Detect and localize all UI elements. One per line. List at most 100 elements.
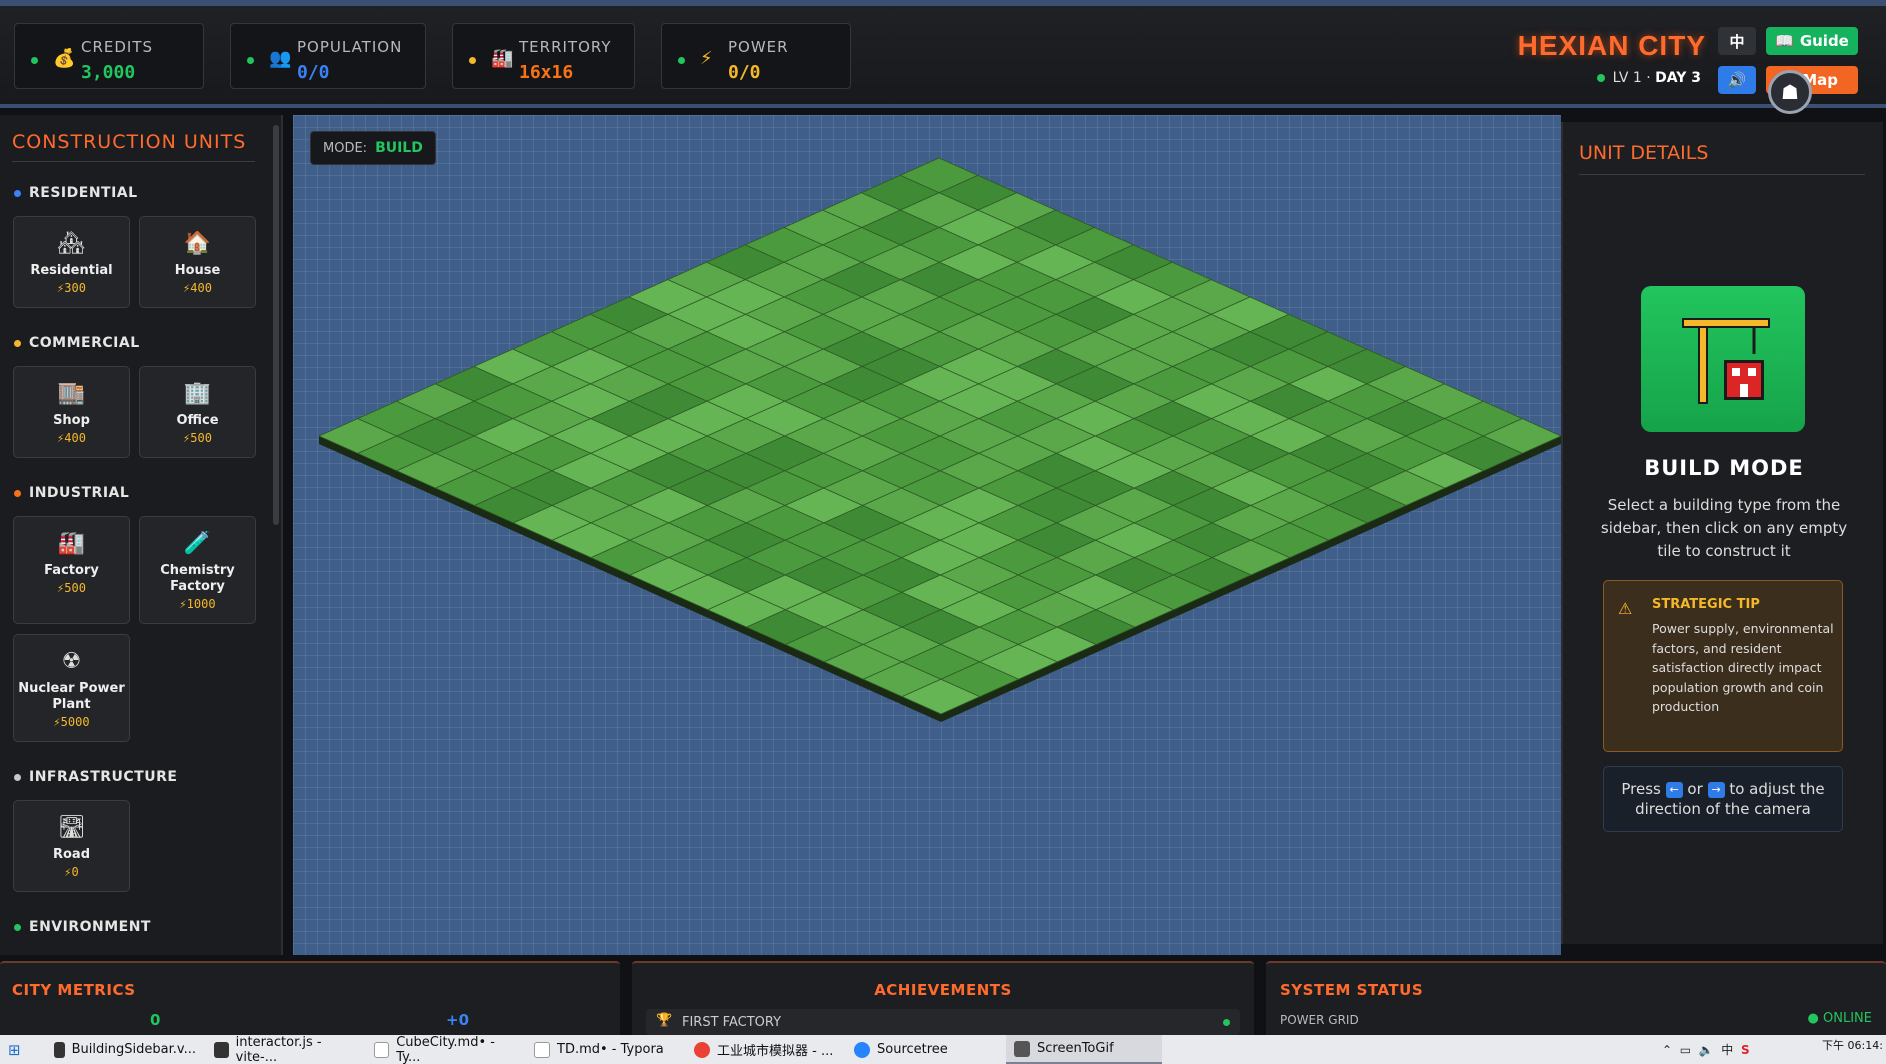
sidebar-title: CONSTRUCTION UNITS (12, 131, 255, 162)
taskbar-item[interactable]: 工业城市模拟器 - ... (686, 1035, 836, 1064)
territory-label: TERRITORY (519, 38, 612, 56)
sound-button[interactable]: 🔊 (1718, 66, 1756, 94)
taskbar-item[interactable]: interactor.js - vite-... (206, 1035, 356, 1064)
status-dot (469, 57, 476, 64)
guide-label: Guide (1799, 32, 1849, 50)
network-icon[interactable]: ▭ (1680, 1043, 1691, 1057)
unit-cost: ⚡400 (57, 431, 86, 445)
achievement-item: 🏆 FIRST FACTORY (646, 1009, 1240, 1035)
typora-icon (534, 1041, 550, 1058)
achievement-name: FIRST FACTORY (682, 1015, 782, 1030)
guide-button[interactable]: 📖 Guide (1766, 27, 1858, 55)
territory-value: 16x16 (519, 62, 574, 83)
sidebar-scrollbar[interactable] (273, 125, 279, 525)
unit-nuclear-power-plant[interactable]: ☢ Nuclear Power Plant ⚡5000 (13, 634, 130, 742)
book-icon: 📖 (1775, 32, 1794, 50)
mode-indicator: MODE: BUILD (310, 131, 436, 165)
metric-value: 0 (150, 1011, 161, 1029)
shop-icon: 🏬 (57, 381, 86, 406)
strategic-tip: ⚠ STRATEGIC TIP Power supply, environmen… (1603, 580, 1843, 752)
credits-stat: 💰 CREDITS 3,000 (14, 23, 204, 89)
category-dot (14, 489, 21, 497)
taskbar-label: TD.md• - Typora (557, 1042, 664, 1057)
avatar[interactable]: ☗ (1768, 70, 1812, 114)
metric-value: +0 (446, 1011, 470, 1029)
status-row-label: POWER GRID (1280, 1013, 1359, 1027)
unit-cost-value: 400 (64, 431, 86, 445)
taskbar-label: 工业城市模拟器 - ... (717, 1044, 834, 1059)
unit-details-panel: UNIT DETAILS BUILD MODE Select a buildin… (1561, 122, 1883, 944)
camera-press: Press (1621, 780, 1661, 798)
unit-road[interactable]: 🛣 Road ⚡0 (13, 800, 130, 892)
unit-cost: ⚡500 (183, 431, 212, 445)
taskbar-item[interactable]: TD.md• - Typora (526, 1035, 676, 1064)
status-online-text: ONLINE (1823, 1011, 1872, 1026)
tile-grid[interactable] (293, 115, 1561, 955)
screentogif-icon (1014, 1040, 1030, 1057)
speaker-icon: 🔊 (1727, 71, 1747, 89)
os-taskbar: ⊞ BuildingSidebar.v... interactor.js - v… (0, 1035, 1886, 1064)
unit-cost: ⚡0 (64, 865, 79, 879)
warning-icon: ⚠ (1618, 599, 1633, 618)
status-title: SYSTEM STATUS (1280, 981, 1424, 999)
isometric-map[interactable] (293, 115, 1561, 955)
language-button[interactable]: 中 (1718, 27, 1756, 55)
arrow-left-key: ← (1665, 781, 1683, 798)
taskbar-item[interactable]: Sourcetree (846, 1035, 996, 1064)
unit-name: Nuclear Power Plant (18, 681, 125, 712)
status-online: ● ONLINE (1807, 1011, 1872, 1026)
city-title: HEXIAN CITY (1517, 30, 1706, 61)
taskbar-item[interactable]: BuildingSidebar.v... (46, 1035, 196, 1064)
unit-shop[interactable]: 🏬 Shop ⚡400 (13, 366, 130, 458)
unit-residential[interactable]: 🏘 Residential ⚡300 (13, 216, 130, 308)
app-icon (214, 1041, 229, 1058)
build-mode-title: BUILD MODE (1644, 456, 1804, 480)
unit-name: Residential (30, 263, 113, 278)
factory-icon: 🏭 (491, 48, 514, 69)
unit-name: Office (176, 413, 219, 428)
unit-cost: ⚡500 (57, 581, 86, 595)
category-label: RESIDENTIAL (29, 185, 138, 201)
unit-name: Road (52, 847, 91, 862)
unit-name: Factory (44, 563, 99, 578)
unit-house[interactable]: 🏠 House ⚡400 (139, 216, 256, 308)
population-value: 0/0 (297, 62, 330, 83)
category-residential: RESIDENTIAL (14, 185, 138, 201)
unit-name: Shop (53, 413, 90, 428)
unit-name: Chemistry Factory (160, 563, 235, 594)
unit-office[interactable]: 🏢 Office ⚡500 (139, 366, 256, 458)
arrow-right-key: → (1707, 781, 1725, 798)
population-label: POPULATION (297, 38, 403, 56)
tip-body: Power supply, environmental factors, and… (1652, 621, 1834, 714)
power-label: POWER (728, 38, 789, 56)
ime-icon[interactable]: S (1741, 1043, 1750, 1057)
category-dot (14, 189, 21, 197)
category-commercial: COMMERCIAL (14, 335, 140, 351)
achievement-dot (1223, 1019, 1230, 1026)
unit-chemistry-factory[interactable]: 🧪 Chemistry Factory ⚡1000 (139, 516, 256, 624)
taskbar-label: CubeCity.md• - Ty... (396, 1034, 495, 1064)
category-label: ENVIRONMENT (29, 919, 151, 935)
unit-factory[interactable]: 🏭 Factory ⚡500 (13, 516, 130, 624)
start-button[interactable]: ⊞ (0, 1035, 30, 1064)
unit-cost-value: 500 (64, 581, 86, 595)
status-dot (31, 57, 38, 64)
unit-cost: ⚡1000 (179, 597, 216, 611)
taskbar-item[interactable]: ScreenToGif (1006, 1035, 1162, 1064)
unit-cost-value: 5000 (60, 715, 90, 729)
people-icon: 👥 (269, 48, 292, 69)
credits-value: 3,000 (81, 62, 136, 83)
chevron-up-icon[interactable]: ⌃ (1662, 1043, 1672, 1057)
unit-cost: ⚡300 (57, 281, 86, 295)
status-dot (1596, 74, 1605, 82)
road-icon: 🛣 (57, 815, 86, 840)
speaker-icon[interactable]: 🔈 (1699, 1043, 1714, 1057)
input-language[interactable]: 中 (1721, 1043, 1733, 1057)
taskbar-item[interactable]: CubeCity.md• - Ty... (366, 1035, 516, 1064)
category-dot (14, 773, 21, 781)
city-metrics-panel: CITY METRICS 0 +0 (0, 961, 620, 1035)
language-label: 中 (1729, 32, 1745, 51)
credits-label: CREDITS (81, 38, 154, 56)
top-bar: 💰 CREDITS 3,000 👥 POPULATION 0/0 🏭 TERRI… (0, 0, 1886, 114)
category-dot (14, 339, 21, 347)
